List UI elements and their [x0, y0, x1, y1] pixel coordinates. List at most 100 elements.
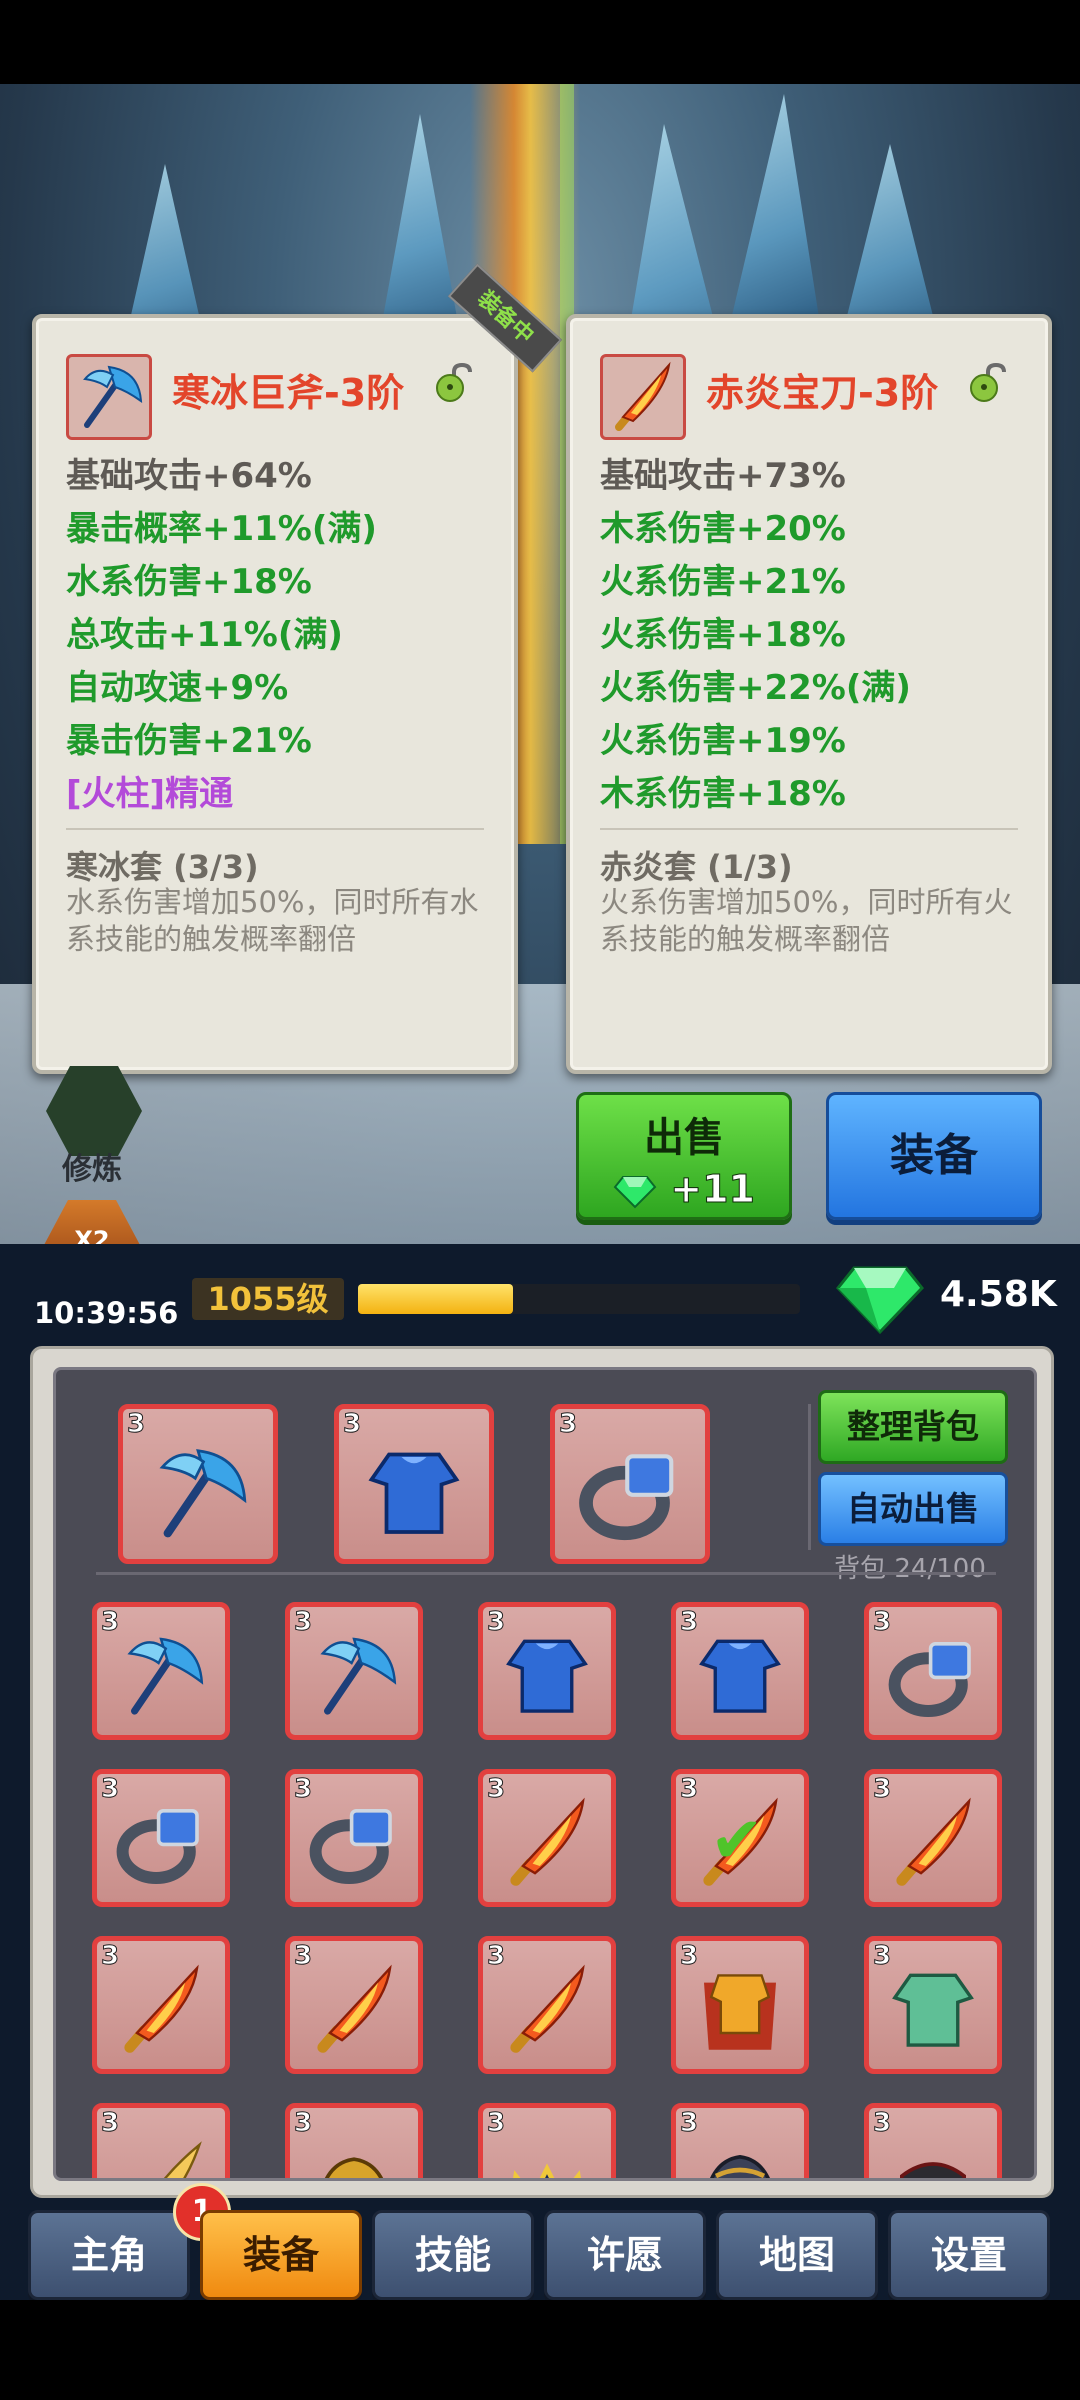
- stat-line: 火系伤害+22%(满): [600, 668, 911, 708]
- bag-item-slot[interactable]: 3: [285, 1769, 423, 1907]
- equipped-item-card: 寒冰巨斧-3阶 基础攻击+64% 暴击概率+11%(满) 水系伤害+18% 总攻…: [32, 314, 518, 1074]
- bag-item-slot[interactable]: 3: [478, 1602, 616, 1740]
- player-level: 1055级: [192, 1278, 344, 1320]
- dark-helmet-icon: [692, 2128, 788, 2178]
- tab-map[interactable]: 地图: [716, 2210, 878, 2300]
- bag-item-slot[interactable]: 3: [864, 1769, 1002, 1907]
- item-level: 3: [872, 1607, 892, 1638]
- tab-equipment[interactable]: 装备: [200, 2210, 362, 2300]
- item-level: 3: [342, 1409, 362, 1440]
- set-description: 火系伤害增加50%，同时所有火系技能的触发概率翻倍: [600, 885, 1013, 956]
- system-nav-area: [0, 2300, 1080, 2400]
- bag-item-slot[interactable]: 3: [671, 1936, 809, 2074]
- inventory-grid-area: 3 3 3 整理背包 自动出售 背包 24/100 33333 3 3 3 3 …: [53, 1367, 1037, 2181]
- helmet-icon: [306, 2128, 402, 2178]
- cape-armor-icon: [692, 1961, 788, 2061]
- equipped-slot-ring[interactable]: 3: [550, 1404, 710, 1564]
- ice-axe-icon: [159, 1448, 247, 1537]
- stat-line: 火系伤害+21%: [600, 562, 846, 602]
- sword-icon: [499, 1961, 595, 2061]
- blade-icon: [113, 2128, 209, 2178]
- dark-armor-icon: [885, 2128, 981, 2178]
- stat-line: 自动攻速+9%: [66, 668, 289, 708]
- clock-text: 10:39:56: [34, 1296, 179, 1330]
- flame-sword-icon: [600, 354, 686, 440]
- bag-item-slot[interactable]: 3: [92, 2103, 230, 2178]
- stat-line: [火柱]精通: [66, 774, 234, 814]
- compare-item-card: 赤炎宝刀-3阶 基础攻击+73% 木系伤害+20% 火系伤害+21% 火系伤害+…: [566, 314, 1052, 1074]
- item-level: 3: [679, 2108, 699, 2139]
- tab-hero[interactable]: 主角 1: [28, 2183, 231, 2300]
- item-level: 3: [872, 1774, 892, 1805]
- unlocked-lock-icon[interactable]: [432, 362, 480, 402]
- ring-icon: [306, 1794, 402, 1894]
- bag-item-slot[interactable]: 3: [478, 1936, 616, 2074]
- jade-armor-icon: [888, 1961, 978, 2061]
- sell-value: +11: [670, 1167, 756, 1212]
- ring-icon: [885, 1627, 981, 1727]
- stat-line: 基础攻击+73%: [600, 456, 846, 496]
- ring-icon: [579, 1453, 674, 1540]
- tab-label: 主角: [70, 2233, 147, 2277]
- sword-icon: [885, 1794, 981, 1894]
- crown-icon: [499, 2128, 595, 2178]
- armor-icon: [368, 1452, 460, 1534]
- sell-button[interactable]: 出售 +11: [576, 1092, 792, 1220]
- gem-icon: [613, 1175, 657, 1208]
- item-stat-list: 基础攻击+64% 暴击概率+11%(满) 水系伤害+18% 总攻击+11%(满)…: [66, 450, 377, 821]
- bag-item-slot[interactable]: 3 ✔: [671, 1769, 809, 1907]
- divider: [600, 828, 1018, 830]
- divider: [66, 828, 484, 830]
- item-level: 3: [293, 1774, 313, 1805]
- bag-item-slot[interactable]: 3: [671, 2103, 809, 2178]
- item-name: 寒冰巨斧-3阶: [172, 371, 405, 415]
- bag-item-slot[interactable]: 3: [671, 1602, 809, 1740]
- set-name: 寒冰套 (3/3): [66, 848, 259, 886]
- ice-axe-icon: [66, 354, 152, 440]
- bag-item-slot[interactable]: 3: [864, 1936, 1002, 2074]
- equipped-slot-weapon[interactable]: 3: [118, 1404, 278, 1564]
- bag-item-slot[interactable]: 3: [864, 1602, 1002, 1740]
- bag-item-slot[interactable]: 3: [478, 2103, 616, 2178]
- bag-item-slot[interactable]: 3: [92, 1602, 230, 1740]
- cultivate-label: 修炼: [62, 1152, 122, 1187]
- bottom-tab-bar: 主角 1 装备 技能 许愿 地图 设置: [28, 2183, 1052, 2300]
- stat-line: 木系伤害+20%: [600, 509, 846, 549]
- exp-bar-fill: [358, 1284, 513, 1314]
- inventory-panel: 3 3 3 整理背包 自动出售 背包 24/100 33333 3 3 3 3 …: [30, 1346, 1054, 2198]
- ice-crystal: [730, 94, 820, 324]
- divider: [96, 1572, 996, 1575]
- ice-crystal: [380, 114, 460, 334]
- unlocked-lock-icon[interactable]: [966, 362, 1014, 402]
- item-level: 3: [486, 1941, 506, 1972]
- sword-icon: [113, 1961, 209, 2061]
- stat-line: 火系伤害+19%: [600, 721, 846, 761]
- tab-settings[interactable]: 设置: [888, 2210, 1050, 2300]
- axe-icon: [306, 1627, 402, 1727]
- item-level: 3: [100, 1941, 120, 1972]
- bag-item-slot[interactable]: 3: [285, 2103, 423, 2178]
- item-level: 3: [293, 1607, 313, 1638]
- sort-bag-button[interactable]: 整理背包: [818, 1390, 1008, 1464]
- bag-item-slot[interactable]: 3: [864, 2103, 1002, 2178]
- item-level: 3: [558, 1409, 578, 1440]
- item-level: 3: [679, 1774, 699, 1805]
- item-level: 3: [293, 1941, 313, 1972]
- equip-button[interactable]: 装备: [826, 1092, 1042, 1220]
- bag-item-slot[interactable]: 3: [92, 1769, 230, 1907]
- stat-line: 暴击伤害+21%: [66, 721, 312, 761]
- auto-sell-button[interactable]: 自动出售: [818, 1472, 1008, 1546]
- bag-item-slot[interactable]: 3: [285, 1936, 423, 2074]
- tab-wish[interactable]: 许愿: [544, 2210, 706, 2300]
- item-level: 3: [486, 1774, 506, 1805]
- gem-count: 4.58K: [940, 1274, 1057, 1315]
- equipped-slot-armor[interactable]: 3: [334, 1404, 494, 1564]
- status-bar-area: [0, 0, 1080, 84]
- bag-item-slot[interactable]: 3: [92, 1936, 230, 2074]
- tab-skills[interactable]: 技能: [372, 2210, 534, 2300]
- divider: [808, 1404, 811, 1550]
- bag-item-slot[interactable]: 3: [285, 1602, 423, 1740]
- bag-item-slot[interactable]: 3: [478, 1769, 616, 1907]
- item-level: 3: [100, 1774, 120, 1805]
- stat-line: 木系伤害+18%: [600, 774, 846, 814]
